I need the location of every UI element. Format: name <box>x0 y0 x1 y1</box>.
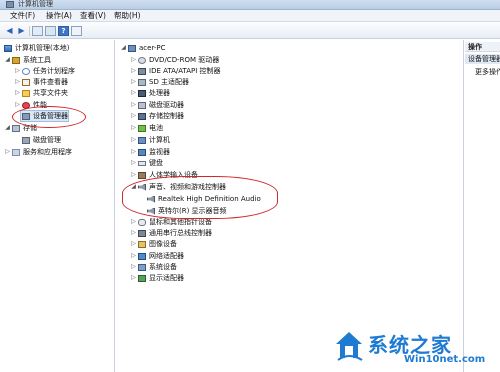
watermark: 系统之家 Win10net.com <box>328 322 500 372</box>
tree-item-event-viewer[interactable]: ▷ 事件查看器 <box>14 77 68 87</box>
expand-triangle-icon[interactable]: ▷ <box>130 123 137 133</box>
expand-triangle-icon[interactable]: ▷ <box>4 147 11 157</box>
dvd-icon <box>138 56 146 64</box>
device-category[interactable]: ▷ 图像设备 <box>130 239 177 249</box>
monitor-icon <box>138 148 146 156</box>
device-category[interactable]: ▷ 监视器 <box>130 147 170 157</box>
actions-header: 操作 <box>465 42 500 52</box>
tree-root[interactable]: 计算机管理(本地) <box>3 43 69 53</box>
properties-icon[interactable] <box>71 26 82 36</box>
highlight-sound-controllers <box>122 176 278 219</box>
tree-item-shared-folders[interactable]: ▷ 共享文件夹 <box>14 88 68 98</box>
device-category[interactable]: ▷ SD 主适配器 <box>130 77 189 87</box>
imaging-icon <box>138 240 146 248</box>
computer-management-icon <box>4 44 12 52</box>
device-category[interactable]: ▷ 处理器 <box>130 88 170 98</box>
keyboard-icon <box>138 160 146 166</box>
actions-selected-item[interactable]: 设备管理器 <box>465 54 500 64</box>
mouse-icon <box>138 218 146 226</box>
expand-triangle-icon[interactable]: ▷ <box>130 170 137 180</box>
usb-icon <box>138 229 146 237</box>
display-adapter-icon <box>138 274 146 282</box>
toolbar-separator <box>29 26 30 36</box>
device-category[interactable]: ▷ 显示适配器 <box>130 273 184 283</box>
computer-icon <box>138 136 146 144</box>
expand-triangle-icon[interactable]: ▷ <box>130 262 137 272</box>
expand-triangle-icon[interactable]: ▷ <box>130 66 137 76</box>
device-category[interactable]: ▷ 磁盘驱动器 <box>130 100 184 110</box>
device-category[interactable]: ▷ 电池 <box>130 123 163 133</box>
help-icon[interactable]: ? <box>58 26 69 36</box>
expand-triangle-icon[interactable]: ▷ <box>130 88 137 98</box>
network-icon <box>138 252 146 260</box>
system-icon <box>138 263 146 271</box>
processor-icon <box>138 89 146 97</box>
house-logo-icon <box>336 332 363 361</box>
expand-triangle-icon[interactable]: ▷ <box>14 100 21 110</box>
expand-triangle-icon[interactable]: ▷ <box>130 228 137 238</box>
expand-triangle-icon[interactable]: ▷ <box>130 111 137 121</box>
hid-icon <box>138 171 146 179</box>
device-category[interactable]: ▷ 键盘 <box>130 158 163 168</box>
tree-item-system-tools[interactable]: ◢ 系统工具 <box>4 55 51 65</box>
navigation-tree: 计算机管理(本地) ◢ 系统工具 ▷ 任务计划程序 ▷ 事件查看器 ▷ 共享文件… <box>0 40 115 372</box>
expand-triangle-icon[interactable]: ▷ <box>130 158 137 168</box>
expand-triangle-icon[interactable]: ▷ <box>130 55 137 65</box>
device-tree-root[interactable]: ◢ acer-PC <box>120 43 165 53</box>
event-log-icon <box>22 78 30 86</box>
device-category[interactable]: ▷ 系统设备 <box>130 262 177 272</box>
disk-icon <box>22 136 30 144</box>
device-category[interactable]: ▷ 计算机 <box>130 135 170 145</box>
tree-item-services-apps[interactable]: ▷ 服务和应用程序 <box>4 147 72 157</box>
expand-triangle-icon[interactable]: ▷ <box>14 77 21 87</box>
device-category[interactable]: ▷ 存储控制器 <box>130 111 184 121</box>
expand-triangle-icon[interactable]: ▷ <box>130 100 137 110</box>
ide-controller-icon <box>138 67 146 75</box>
title-bar: 计算机管理 <box>0 0 500 10</box>
menu-help[interactable]: 帮助(H) <box>114 11 141 21</box>
tree-item-task-scheduler[interactable]: ▷ 任务计划程序 <box>14 66 75 76</box>
device-category[interactable]: ▷ DVD/CD-ROM 驱动器 <box>130 55 219 65</box>
computer-icon <box>128 44 136 52</box>
menu-file[interactable]: 文件(F) <box>10 11 35 21</box>
collapse-triangle-icon[interactable]: ◢ <box>4 55 11 65</box>
menu-view[interactable]: 查看(V) <box>80 11 106 21</box>
storage-controller-icon <box>138 112 146 120</box>
tree-item-disk-management[interactable]: 磁盘管理 <box>21 135 61 145</box>
window-title: 计算机管理 <box>18 0 53 8</box>
services-icon <box>12 148 20 156</box>
tools-icon <box>12 56 20 64</box>
expand-triangle-icon[interactable]: ▷ <box>130 147 137 157</box>
collapse-triangle-icon[interactable]: ◢ <box>4 123 11 133</box>
expand-triangle-icon[interactable]: ▷ <box>130 135 137 145</box>
menu-bar: 文件(F) 操作(A) 查看(V) 帮助(H) <box>0 10 500 22</box>
device-category[interactable]: ▷ 网络适配器 <box>130 251 184 261</box>
expand-triangle-icon[interactable]: ▷ <box>130 273 137 283</box>
expand-triangle-icon[interactable]: ▷ <box>130 77 137 87</box>
clock-icon <box>22 67 30 75</box>
up-level-icon[interactable] <box>32 26 43 36</box>
back-arrow-icon[interactable]: ◀ <box>4 26 15 36</box>
highlight-device-manager <box>12 106 86 128</box>
battery-icon <box>138 124 146 132</box>
menu-action[interactable]: 操作(A) <box>46 11 72 21</box>
storage-icon <box>12 124 20 132</box>
device-category[interactable]: ▷ IDE ATA/ATAPI 控制器 <box>130 66 220 76</box>
toolbar: ◀ ▶ ? <box>0 23 500 39</box>
show-hide-tree-icon[interactable] <box>45 26 56 36</box>
collapse-triangle-icon[interactable]: ◢ <box>120 43 127 53</box>
device-category[interactable]: ▷ 通用串行总线控制器 <box>130 228 212 238</box>
disk-drive-icon <box>138 101 146 109</box>
expand-triangle-icon[interactable]: ▷ <box>14 66 21 76</box>
expand-triangle-icon[interactable]: ▷ <box>130 251 137 261</box>
shared-folder-icon <box>22 89 30 97</box>
more-actions-link[interactable]: 更多操作 <box>475 67 500 77</box>
expand-triangle-icon[interactable]: ▷ <box>130 239 137 249</box>
forward-arrow-icon[interactable]: ▶ <box>16 26 27 36</box>
watermark-site: Win10net.com <box>404 354 486 365</box>
expand-triangle-icon[interactable]: ▷ <box>130 217 137 227</box>
sd-adapter-icon <box>138 78 146 86</box>
computer-management-icon <box>6 1 14 8</box>
expand-triangle-icon[interactable]: ▷ <box>14 88 21 98</box>
